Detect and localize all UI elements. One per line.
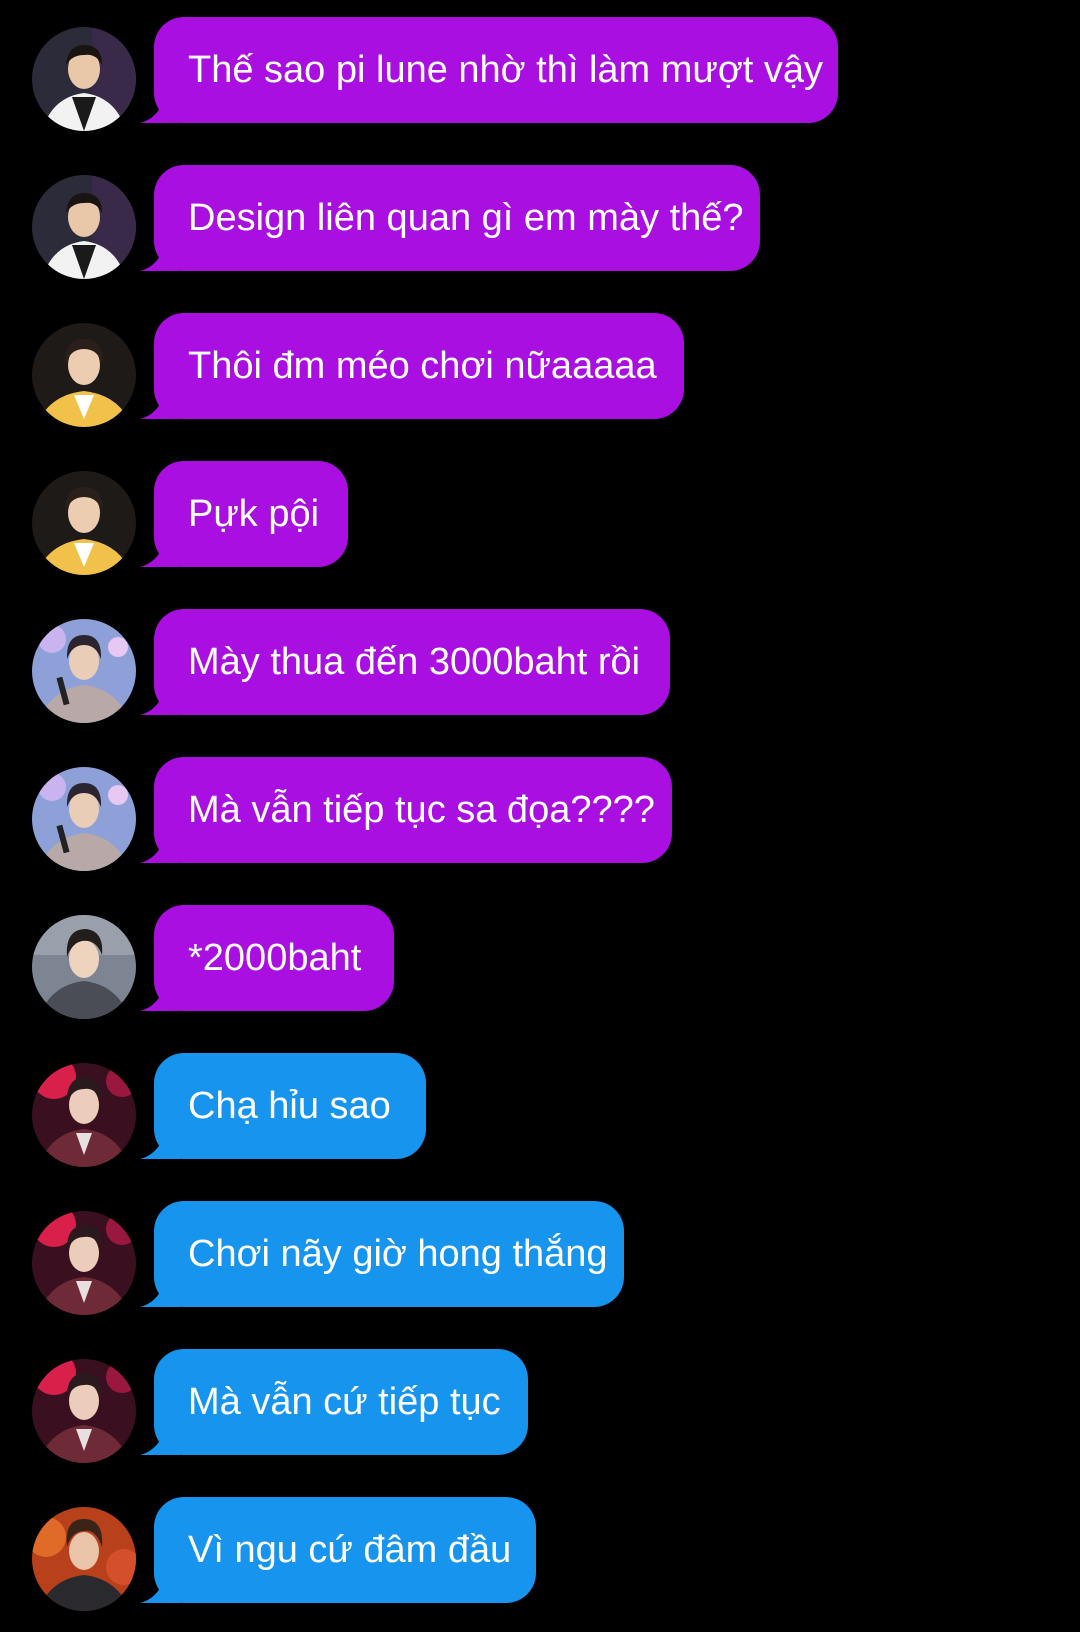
avatar-gray-jacket[interactable] [32, 915, 136, 1019]
message-row: Thế sao pi lune nhờ thì làm mượt vậy [0, 17, 1080, 131]
message-text: Mà vẫn cứ tiếp tục [188, 1380, 501, 1423]
message-row: Mà vẫn tiếp tục sa đọa???? [0, 757, 1080, 871]
message-row: *2000baht [0, 905, 1080, 1019]
avatar-white-shirt[interactable] [32, 27, 136, 131]
message-bubble[interactable]: Mà vẫn tiếp tục sa đọa???? [154, 757, 672, 863]
message-text: Thôi đm méo chơi nữaaaaa [188, 344, 657, 387]
message-bubble[interactable]: Mày thua đến 3000baht rồi [154, 609, 670, 715]
avatar-yellow-jacket[interactable] [32, 323, 136, 427]
message-text: Design liên quan gì em mày thế? [188, 196, 744, 239]
message-row: Mày thua đến 3000baht rồi [0, 609, 1080, 723]
avatar-white-shirt[interactable] [32, 175, 136, 279]
avatar-stage-mic[interactable] [32, 767, 136, 871]
message-bubble[interactable]: Vì ngu cứ đâm đầu [154, 1497, 536, 1603]
message-bubble[interactable]: Thôi đm méo chơi nữaaaaa [154, 313, 684, 419]
message-bubble[interactable]: Mà vẫn cứ tiếp tục [154, 1349, 528, 1455]
avatar-red-stage[interactable] [32, 1211, 136, 1315]
message-text: Pựk pội [188, 492, 320, 535]
message-text: Mày thua đến 3000baht rồi [188, 640, 641, 683]
message-row: Chơi nãy giờ hong thắng [0, 1201, 1080, 1315]
avatar-orange-stage[interactable] [32, 1507, 136, 1611]
message-row: Pựk pội [0, 461, 1080, 575]
message-bubble[interactable]: Chơi nãy giờ hong thắng [154, 1201, 624, 1307]
message-bubble[interactable]: Pựk pội [154, 461, 348, 567]
message-text: Mà vẫn tiếp tục sa đọa???? [188, 788, 655, 831]
message-text: Vì ngu cứ đâm đầu [188, 1528, 512, 1571]
message-row: Chạ hỉu sao [0, 1053, 1080, 1167]
message-bubble[interactable]: *2000baht [154, 905, 394, 1011]
message-text: Chạ hỉu sao [188, 1084, 391, 1127]
message-row: Thôi đm méo chơi nữaaaaa [0, 313, 1080, 427]
chat-thread[interactable]: Thế sao pi lune nhờ thì làm mượt vậy Des… [0, 0, 1080, 1632]
message-bubble[interactable]: Thế sao pi lune nhờ thì làm mượt vậy [154, 17, 838, 123]
message-row: Design liên quan gì em mày thế? [0, 165, 1080, 279]
message-text: Thế sao pi lune nhờ thì làm mượt vậy [188, 48, 823, 91]
message-text: *2000baht [188, 936, 362, 979]
message-row: Vì ngu cứ đâm đầu [0, 1497, 1080, 1611]
avatar-red-stage[interactable] [32, 1359, 136, 1463]
message-row: Mà vẫn cứ tiếp tục [0, 1349, 1080, 1463]
avatar-stage-mic[interactable] [32, 619, 136, 723]
message-bubble[interactable]: Chạ hỉu sao [154, 1053, 426, 1159]
avatar-red-stage[interactable] [32, 1063, 136, 1167]
avatar-yellow-jacket[interactable] [32, 471, 136, 575]
message-text: Chơi nãy giờ hong thắng [188, 1232, 608, 1275]
message-bubble[interactable]: Design liên quan gì em mày thế? [154, 165, 760, 271]
